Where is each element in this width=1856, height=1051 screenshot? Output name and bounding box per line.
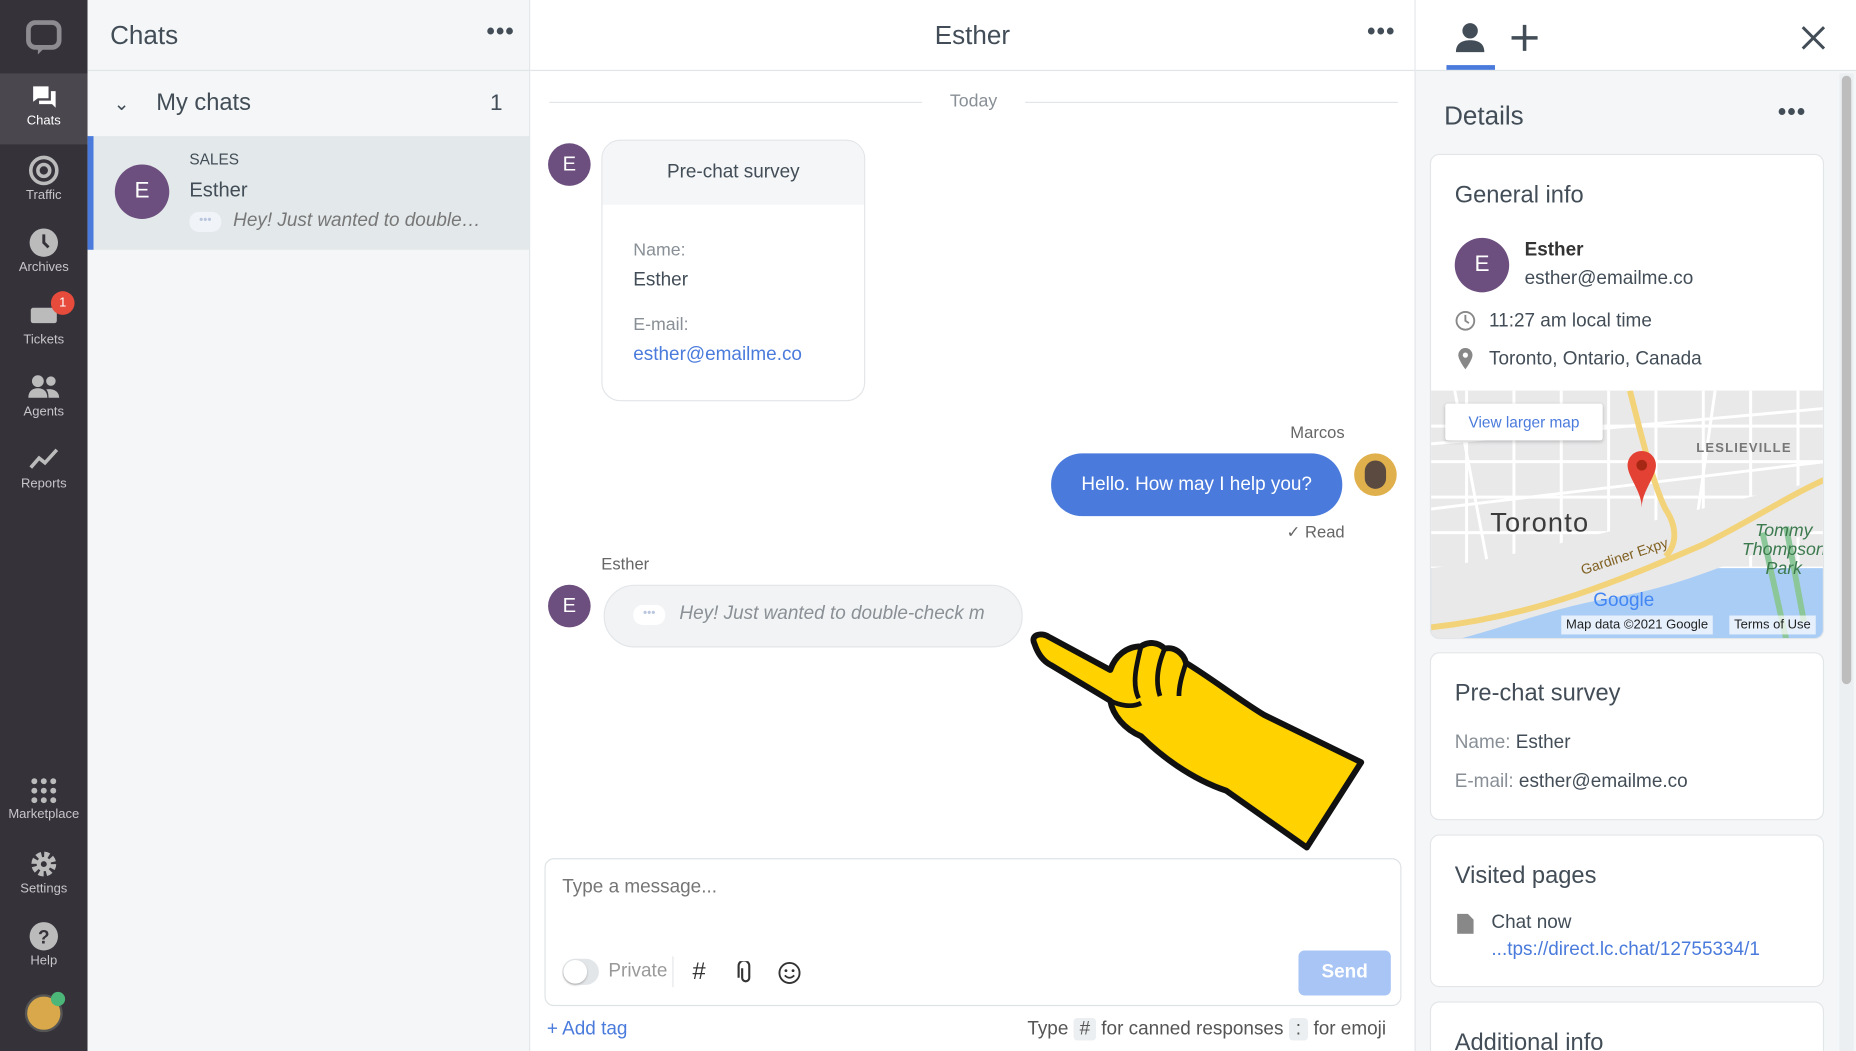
- general-info-card: General info E Esther esther@emailme.co …: [1429, 153, 1825, 640]
- nav-item-reports[interactable]: Reports: [0, 434, 88, 505]
- google-logo: Google: [1593, 590, 1655, 611]
- agents-icon: [28, 375, 60, 398]
- details-more-button[interactable]: •••: [1778, 99, 1806, 126]
- scrollbar[interactable]: [1839, 73, 1854, 1051]
- user-avatar[interactable]: [24, 991, 66, 1033]
- plus-tab-icon[interactable]: [1509, 22, 1540, 53]
- visitor-typing-bubble: ••• Hey! Just wanted to double-check m: [603, 584, 1023, 648]
- chat-window: Esther ••• Today E Pre-chat survey Name:…: [530, 0, 1415, 1051]
- chat-title: Esther: [934, 20, 1011, 50]
- help-icon: ?: [29, 922, 58, 951]
- chat-more-button[interactable]: •••: [1367, 19, 1395, 46]
- additional-info-card: Additional info: [1429, 1001, 1825, 1051]
- view-larger-map-link[interactable]: View larger map: [1445, 403, 1603, 441]
- traffic-icon: [28, 155, 59, 186]
- composer: Private # Send: [544, 858, 1402, 1007]
- pointing-hand-cursor-icon: [1030, 631, 1365, 851]
- avatar: E: [548, 584, 591, 628]
- location-pin-icon: [1458, 347, 1473, 370]
- location-map[interactable]: View larger map LESLIEVILLE Toronto Gard…: [1431, 390, 1823, 638]
- active-tab-indicator: [1446, 65, 1495, 70]
- my-chats-section[interactable]: My chats 1: [88, 86, 531, 124]
- nav-item-help[interactable]: ? Help: [0, 911, 88, 982]
- nav-item-settings[interactable]: Settings: [0, 839, 88, 910]
- send-button[interactable]: Send: [1298, 950, 1391, 996]
- message-input[interactable]: [562, 873, 1379, 902]
- visited-pages-card: Visited pages Chat now ...tps://direct.l…: [1429, 834, 1825, 988]
- tickets-badge: 1: [50, 291, 75, 315]
- app-logo-icon: [26, 20, 62, 61]
- read-receipt: ✓ Read: [1286, 521, 1345, 541]
- reports-icon: [29, 448, 59, 469]
- private-toggle[interactable]: [562, 958, 599, 985]
- composer-hint: Type # for canned responses : for emoji: [1027, 1017, 1387, 1041]
- clock-icon: [29, 228, 58, 257]
- typing-indicator: •••: [633, 604, 666, 625]
- section-count: 1: [490, 91, 503, 116]
- nav-sidebar: Chats Traffic Archives Tickets 1 Agents …: [0, 0, 88, 1051]
- typing-indicator: •••: [189, 211, 222, 232]
- chat-list-more-button[interactable]: •••: [486, 19, 514, 46]
- attachment-icon[interactable]: [736, 961, 755, 985]
- emoji-icon[interactable]: [778, 961, 802, 985]
- grid-icon: [31, 778, 57, 804]
- chat-list-panel: Chats ••• ⌄ My chats 1 E SALES Esther ••…: [87, 0, 531, 1051]
- agent-name: Marcos: [1290, 422, 1345, 442]
- avatar: E: [114, 164, 170, 219]
- details-title: Details: [1444, 100, 1524, 131]
- agent-message-bubble: Hello. How may I help you?: [1051, 453, 1343, 517]
- gear-icon: [31, 851, 57, 877]
- email-link[interactable]: esther@emailme.co: [633, 344, 802, 365]
- online-status-dot: [50, 991, 66, 1007]
- details-panel: Details ••• General info E Esther esther…: [1414, 0, 1856, 1051]
- close-icon[interactable]: [1799, 24, 1827, 52]
- add-tag-link[interactable]: + Add tag: [547, 1019, 628, 1040]
- nav-item-tickets[interactable]: Tickets 1: [0, 290, 88, 361]
- day-divider: Today: [949, 91, 998, 112]
- nav-item-chats[interactable]: Chats: [0, 73, 88, 145]
- page-icon: [1457, 913, 1474, 934]
- visited-page-link[interactable]: ...tps://direct.lc.chat/12755334/1: [1491, 940, 1759, 961]
- scrollbar-thumb[interactable]: [1841, 75, 1852, 685]
- nav-item-traffic[interactable]: Traffic: [0, 146, 88, 217]
- pre-chat-survey-details-card: Pre-chat survey Name: Esther E-mail: est…: [1429, 652, 1825, 821]
- avatar: E: [1454, 237, 1510, 293]
- canned-responses-button[interactable]: #: [692, 959, 705, 986]
- person-tab-icon[interactable]: [1454, 21, 1487, 54]
- nav-item-archives[interactable]: Archives: [0, 218, 88, 289]
- pre-chat-survey-card: Pre-chat survey Name: Esther E-mail: est…: [601, 139, 866, 402]
- chat-list-item[interactable]: E SALES Esther ••• Hey! Just wanted to d…: [87, 136, 531, 250]
- nav-item-marketplace[interactable]: Marketplace: [0, 767, 88, 838]
- chat-list-title: Chats: [110, 20, 179, 50]
- nav-item-agents[interactable]: Agents: [0, 362, 88, 433]
- terms-of-use-link[interactable]: Terms of Use: [1729, 615, 1816, 635]
- svg-text:?: ?: [38, 927, 50, 948]
- agent-avatar: [1354, 453, 1397, 496]
- chats-icon: [31, 86, 56, 108]
- clock-icon: [1455, 310, 1476, 331]
- avatar: E: [548, 143, 591, 186]
- visitor-name: Esther: [601, 553, 650, 573]
